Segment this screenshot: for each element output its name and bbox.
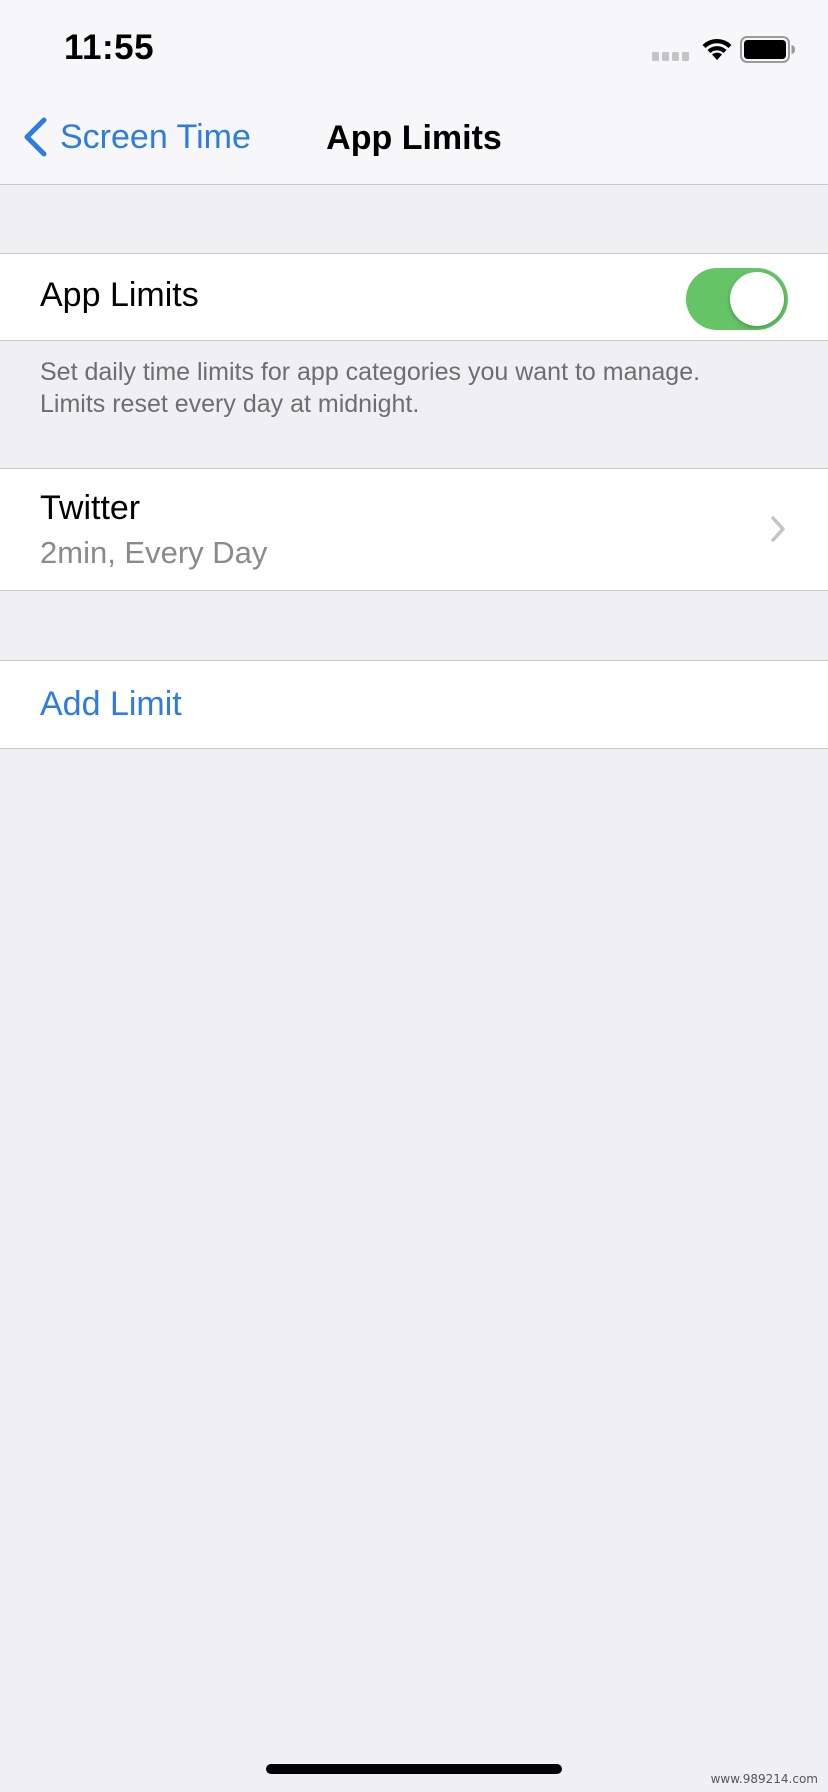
- back-button[interactable]: Screen Time: [22, 112, 251, 162]
- battery-icon: [740, 36, 795, 63]
- add-limit-button[interactable]: Add Limit: [0, 660, 828, 749]
- home-indicator[interactable]: [266, 1764, 562, 1774]
- add-limit-label: Add Limit: [40, 685, 182, 723]
- wifi-icon: [702, 38, 732, 60]
- limit-app-name: Twitter: [40, 489, 141, 527]
- back-button-label: Screen Time: [60, 117, 251, 156]
- footer-line-2: Limits reset every day at midnight.: [40, 390, 420, 418]
- watermark: www.989214.com: [710, 1772, 818, 1786]
- navigation-bar: App Limits Screen Time: [0, 92, 828, 185]
- chevron-right-icon: [771, 516, 785, 542]
- app-limits-row: App Limits: [0, 253, 828, 341]
- limit-detail: 2min, Every Day: [40, 535, 268, 570]
- status-bar: 11:55: [0, 0, 828, 92]
- app-limits-label: App Limits: [40, 276, 199, 314]
- section-footer: Set daily time limits for app categories…: [40, 356, 800, 420]
- signal-bars-icon: [652, 52, 689, 61]
- limit-row-twitter[interactable]: Twitter 2min, Every Day: [0, 468, 828, 591]
- status-time: 11:55: [64, 28, 155, 67]
- chevron-left-icon: [24, 117, 47, 157]
- app-limits-toggle[interactable]: [686, 268, 788, 330]
- toggle-knob: [730, 272, 784, 326]
- footer-line-1: Set daily time limits for app categories…: [40, 358, 701, 386]
